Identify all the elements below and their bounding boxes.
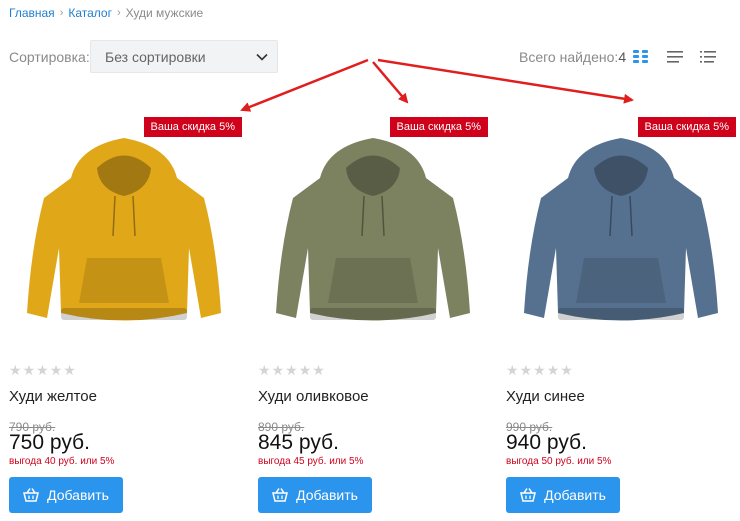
add-to-cart-button[interactable]: Добавить <box>9 477 123 513</box>
chevron-down-icon <box>256 53 268 61</box>
add-to-cart-label: Добавить <box>296 487 358 503</box>
hoodie-image <box>276 138 470 321</box>
basket-icon <box>272 488 289 502</box>
add-to-cart-label: Добавить <box>47 487 109 503</box>
hoodie-image <box>524 138 718 321</box>
chevron-right-icon: › <box>116 7 121 19</box>
current-price: 940 руб. <box>506 431 587 454</box>
star-icon[interactable]: ★ <box>560 362 574 378</box>
rating-stars[interactable]: ★★★★★ <box>9 362 77 379</box>
star-icon[interactable]: ★ <box>520 362 534 378</box>
hoodie-image <box>27 138 221 321</box>
star-icon[interactable]: ★ <box>312 362 326 378</box>
star-icon[interactable]: ★ <box>50 362 64 378</box>
star-icon[interactable]: ★ <box>272 362 286 378</box>
total-found-count: 4 <box>618 49 627 65</box>
product-image[interactable]: Ваша скидка 5% <box>258 108 488 343</box>
rating-stars[interactable]: ★★★★★ <box>506 362 574 379</box>
product-card[interactable]: Ваша скидка 5% ★★★★★ Худи желтое 790 руб… <box>9 100 242 521</box>
star-icon[interactable]: ★ <box>63 362 77 378</box>
product-card[interactable]: Ваша скидка 5% ★★★★★ Худи оливковое 890 … <box>258 100 488 521</box>
basket-icon <box>23 488 40 502</box>
breadcrumb-current: Худи мужские <box>125 6 204 20</box>
breadcrumb: Главная › Каталог › Худи мужские <box>9 6 203 20</box>
product-image[interactable]: Ваша скидка 5% <box>9 108 242 343</box>
product-card[interactable]: Ваша скидка 5% ★★★★★ Худи синее 990 руб.… <box>506 100 736 521</box>
add-to-cart-button[interactable]: Добавить <box>506 477 620 513</box>
add-to-cart-label: Добавить <box>544 487 606 503</box>
star-icon[interactable]: ★ <box>258 362 272 378</box>
chevron-right-icon: › <box>59 7 64 19</box>
saving-text: выгода 40 руб. или 5% <box>9 456 115 467</box>
product-title[interactable]: Худи оливковое <box>258 388 369 405</box>
add-to-cart-button[interactable]: Добавить <box>258 477 372 513</box>
star-icon[interactable]: ★ <box>23 362 37 378</box>
compact-list-view-icon[interactable] <box>699 49 717 65</box>
discount-badge: Ваша скидка 5% <box>637 117 736 137</box>
list-view-icon[interactable] <box>666 49 684 65</box>
star-icon[interactable]: ★ <box>9 362 23 378</box>
breadcrumb-catalog[interactable]: Каталог <box>68 6 112 20</box>
sort-select-value: Без сортировки <box>105 48 206 65</box>
arrow-to-badge-3 <box>377 58 634 104</box>
product-image[interactable]: Ваша скидка 5% <box>506 108 736 343</box>
discount-badge: Ваша скидка 5% <box>389 117 488 137</box>
hoodie-shape <box>276 138 470 321</box>
current-price: 845 руб. <box>258 431 339 454</box>
current-price: 750 руб. <box>9 431 90 454</box>
sort-select[interactable]: Без сортировки <box>90 40 278 73</box>
product-title[interactable]: Худи желтое <box>9 388 97 405</box>
total-found: Всего найдено:4 <box>519 49 626 65</box>
saving-text: выгода 45 руб. или 5% <box>258 456 364 467</box>
breadcrumb-home[interactable]: Главная <box>9 6 55 20</box>
star-icon[interactable]: ★ <box>36 362 50 378</box>
saving-text: выгода 50 руб. или 5% <box>506 456 612 467</box>
discount-badge: Ваша скидка 5% <box>143 117 242 137</box>
total-found-label: Всего найдено: <box>519 49 619 65</box>
sort-label: Сортировка: <box>9 49 90 65</box>
arrow-to-badge-2 <box>372 61 409 104</box>
star-icon[interactable]: ★ <box>506 362 520 378</box>
product-title[interactable]: Худи синее <box>506 388 585 405</box>
star-icon[interactable]: ★ <box>533 362 547 378</box>
rating-stars[interactable]: ★★★★★ <box>258 362 326 379</box>
star-icon[interactable]: ★ <box>299 362 313 378</box>
star-icon[interactable]: ★ <box>547 362 561 378</box>
basket-icon <box>520 488 537 502</box>
hoodie-shape <box>27 138 221 321</box>
grid-view-icon[interactable] <box>632 49 650 65</box>
star-icon[interactable]: ★ <box>285 362 299 378</box>
hoodie-shape <box>524 138 718 321</box>
